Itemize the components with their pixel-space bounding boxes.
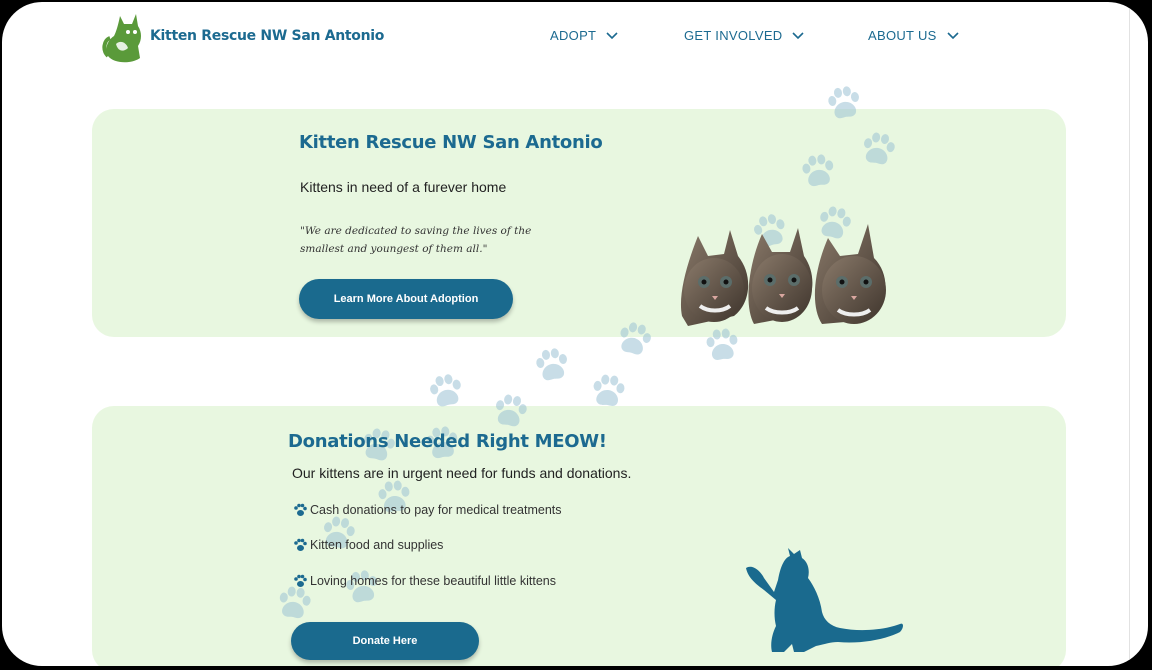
nav-get-involved[interactable]: GET INVOLVED <box>684 28 805 43</box>
list-item-label: Kitten food and supplies <box>310 538 444 552</box>
paw-icon <box>294 538 307 551</box>
paw-icon <box>294 503 307 516</box>
nav-about-us[interactable]: ABOUT US <box>868 28 959 43</box>
cat-logo-icon[interactable] <box>102 10 146 64</box>
donations-intro: Our kittens are in urgent need for funds… <box>292 465 632 481</box>
chevron-down-icon <box>792 31 805 39</box>
nav-about-us-label: ABOUT US <box>868 28 937 43</box>
learn-more-adoption-button[interactable]: Learn More About Adoption <box>299 279 513 319</box>
paw-print-icon <box>620 322 651 355</box>
chevron-down-icon <box>947 31 959 39</box>
nav-adopt-label: ADOPT <box>550 28 597 43</box>
paw-icon <box>294 574 307 587</box>
hero-quote: "We are dedicated to saving the lives of… <box>300 225 532 255</box>
list-item: Loving homes for these beautiful little … <box>292 573 556 589</box>
list-item-label: Loving homes for these beautiful little … <box>310 574 556 588</box>
chevron-down-icon <box>606 31 618 39</box>
paw-print-icon <box>496 394 527 427</box>
paw-print-icon <box>802 154 834 187</box>
brand-name[interactable]: Kitten Rescue NW San Antonio <box>150 28 384 44</box>
nav-get-involved-label: GET INVOLVED <box>684 28 783 43</box>
list-item: Kitten food and supplies <box>292 537 443 553</box>
donations-title: Donations Needed Right MEOW! <box>288 431 607 452</box>
paw-print-icon <box>430 374 461 407</box>
donate-here-button[interactable]: Donate Here <box>291 622 479 660</box>
paw-print-icon <box>828 86 859 119</box>
cat-silhouette-icon <box>746 548 903 652</box>
page: Kitten Rescue NW San Antonio ADOPT GET I… <box>2 2 1148 666</box>
scrollbar[interactable] <box>1129 2 1142 666</box>
paw-print-icon <box>593 374 625 406</box>
paw-print-icon <box>536 348 567 381</box>
hero-subtitle: Kittens in need of a furever home <box>300 179 507 195</box>
list-item: Cash donations to pay for medical treatm… <box>292 502 562 518</box>
hero-title: Kitten Rescue NW San Antonio <box>299 132 603 153</box>
paw-print-icon <box>864 132 895 165</box>
list-item-label: Cash donations to pay for medical treatm… <box>310 503 562 517</box>
nav-adopt[interactable]: ADOPT <box>550 28 618 43</box>
kittens-image <box>680 224 886 326</box>
